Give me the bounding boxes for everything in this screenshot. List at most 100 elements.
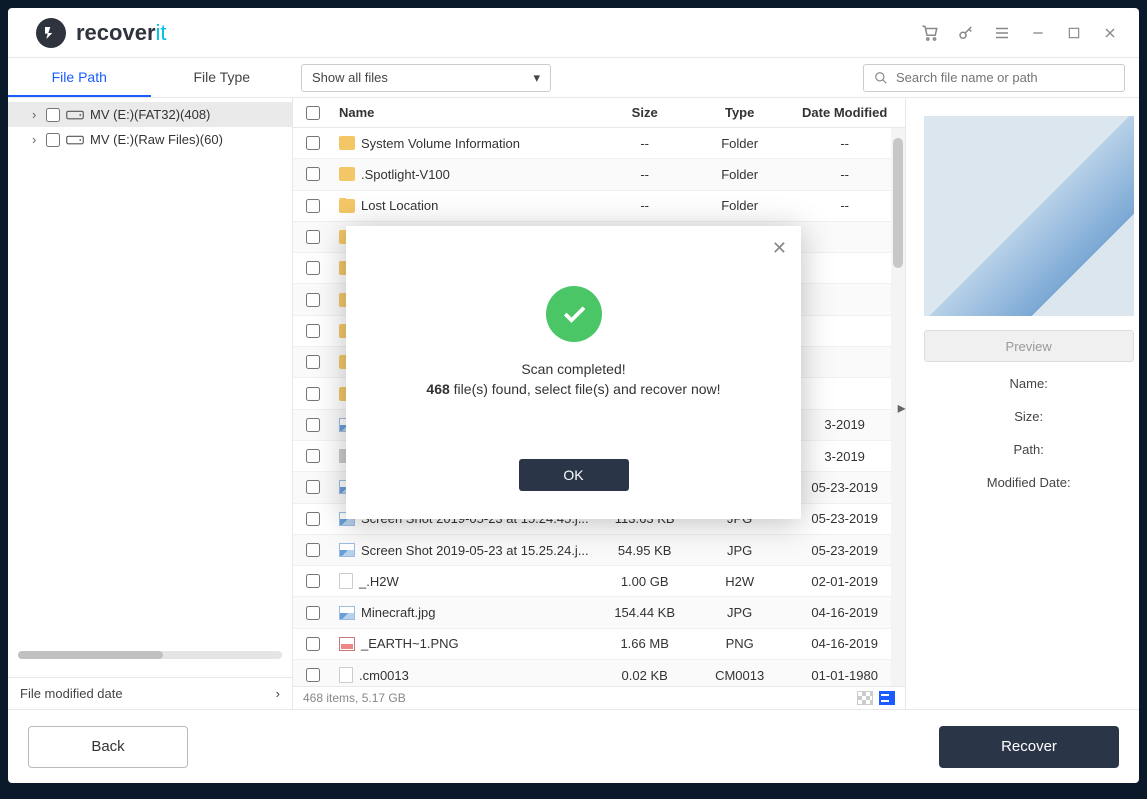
modal-message: Scan completed! 468 file(s) found, selec… — [366, 360, 781, 399]
file-name: _.H2W — [359, 574, 399, 589]
col-name[interactable]: Name — [333, 105, 595, 120]
chevron-right-icon: › — [32, 132, 40, 147]
tab-file-type[interactable]: File Type — [151, 59, 294, 97]
meta-size-label: Size: — [924, 409, 1134, 424]
file-date: 01-01-1980 — [785, 668, 905, 683]
minimize-icon[interactable] — [1029, 24, 1047, 42]
row-checkbox[interactable] — [306, 480, 320, 494]
row-checkbox[interactable] — [306, 449, 320, 463]
file-date: 02-01-2019 — [785, 574, 905, 589]
table-row[interactable]: _.H2W 1.00 GB H2W 02-01-2019 — [293, 566, 905, 597]
key-icon[interactable] — [957, 24, 975, 42]
expand-handle-icon[interactable]: ▸ — [898, 398, 906, 418]
file-type: PNG — [695, 636, 785, 651]
sidebar: › MV (E:)(FAT32)(408)› MV (E:)(Raw Files… — [8, 98, 293, 709]
col-date[interactable]: Date Modified — [785, 105, 905, 120]
table-row[interactable]: _EARTH~1.PNG 1.66 MB PNG 04-16-2019 — [293, 629, 905, 660]
file-date: 3-2019 — [785, 417, 905, 432]
row-checkbox[interactable] — [306, 324, 320, 338]
status-text: 468 items, 5.17 GB — [303, 691, 406, 705]
row-checkbox[interactable] — [306, 512, 320, 526]
check-circle-icon — [546, 286, 602, 342]
row-checkbox[interactable] — [306, 230, 320, 244]
filter-selected-label: Show all files — [312, 70, 388, 85]
folder-icon — [339, 167, 355, 181]
chevron-right-icon: › — [276, 686, 280, 701]
meta-name-label: Name: — [924, 376, 1134, 391]
row-checkbox[interactable] — [306, 418, 320, 432]
row-checkbox[interactable] — [306, 167, 320, 181]
table-row[interactable]: System Volume Information -- Folder -- — [293, 128, 905, 159]
row-checkbox[interactable] — [306, 293, 320, 307]
file-size: -- — [595, 167, 695, 182]
footer: Back Recover — [8, 709, 1139, 783]
row-checkbox[interactable] — [306, 199, 320, 213]
row-checkbox[interactable] — [306, 668, 320, 682]
file-type: Folder — [695, 167, 785, 182]
app-logo: recoverit — [36, 18, 167, 48]
col-type[interactable]: Type — [695, 105, 785, 120]
file-icon — [339, 573, 353, 589]
table-row[interactable]: Minecraft.jpg 154.44 KB JPG 04-16-2019 — [293, 597, 905, 628]
sidebar-footer[interactable]: File modified date › — [8, 677, 292, 709]
file-name: .cm0013 — [359, 668, 409, 683]
file-size: -- — [595, 136, 695, 151]
tree-checkbox[interactable] — [46, 108, 60, 122]
file-name: Screen Shot 2019-05-23 at 15.25.24.j... — [361, 543, 589, 558]
tree-item-label: MV (E:)(Raw Files)(60) — [90, 132, 223, 147]
toolbar: File Path File Type Show all files ▾ — [8, 58, 1139, 98]
modal-close-icon[interactable]: ✕ — [772, 238, 787, 259]
row-checkbox[interactable] — [306, 606, 320, 620]
file-date: 3-2019 — [785, 449, 905, 464]
preview-button[interactable]: Preview — [924, 330, 1134, 362]
tab-file-path[interactable]: File Path — [8, 59, 151, 97]
tree-checkbox[interactable] — [46, 133, 60, 147]
row-checkbox[interactable] — [306, 543, 320, 557]
filter-select[interactable]: Show all files ▾ — [301, 64, 551, 92]
file-type: JPG — [695, 543, 785, 558]
maximize-icon[interactable] — [1065, 24, 1083, 42]
row-checkbox[interactable] — [306, 261, 320, 275]
file-name: Lost Location — [361, 198, 438, 213]
close-icon[interactable] — [1101, 24, 1119, 42]
recover-button[interactable]: Recover — [939, 726, 1119, 768]
preview-thumbnail — [924, 116, 1134, 316]
table-row[interactable]: Lost Location -- Folder -- — [293, 191, 905, 222]
sidebar-scrollbar[interactable] — [18, 651, 282, 659]
table-row[interactable]: Screen Shot 2019-05-23 at 15.25.24.j... … — [293, 535, 905, 566]
search-box[interactable] — [863, 64, 1125, 92]
modal-ok-button[interactable]: OK — [519, 459, 629, 491]
meta-path-label: Path: — [924, 442, 1134, 457]
logo-text-a: recover — [76, 20, 156, 45]
file-type: JPG — [695, 605, 785, 620]
status-bar: 468 items, 5.17 GB — [293, 686, 905, 709]
tree-item[interactable]: › MV (E:)(FAT32)(408) — [8, 102, 292, 127]
file-date: 04-16-2019 — [785, 636, 905, 651]
view-grid-icon[interactable] — [857, 691, 873, 705]
file-date: 05-23-2019 — [785, 480, 905, 495]
col-size[interactable]: Size — [595, 105, 695, 120]
row-checkbox[interactable] — [306, 574, 320, 588]
sidebar-footer-label: File modified date — [20, 686, 123, 701]
back-button[interactable]: Back — [28, 726, 188, 768]
file-date: -- — [785, 198, 905, 213]
row-checkbox[interactable] — [306, 637, 320, 651]
table-row[interactable]: .cm0013 0.02 KB CM0013 01-01-1980 — [293, 660, 905, 686]
tree-item[interactable]: › MV (E:)(Raw Files)(60) — [8, 127, 292, 152]
menu-icon[interactable] — [993, 24, 1011, 42]
table-row[interactable]: .Spotlight-V100 -- Folder -- — [293, 159, 905, 190]
cart-icon[interactable] — [921, 24, 939, 42]
modal-line1: Scan completed! — [366, 360, 781, 380]
search-input[interactable] — [896, 70, 1114, 85]
chevron-right-icon: › — [32, 107, 40, 122]
row-checkbox[interactable] — [306, 355, 320, 369]
chevron-down-icon: ▾ — [533, 70, 540, 86]
view-list-icon[interactable] — [879, 691, 895, 705]
file-date: 05-23-2019 — [785, 511, 905, 526]
row-checkbox[interactable] — [306, 387, 320, 401]
select-all-checkbox[interactable] — [306, 106, 320, 120]
drive-icon — [66, 134, 84, 146]
png-icon — [339, 637, 355, 651]
row-checkbox[interactable] — [306, 136, 320, 150]
titlebar: recoverit — [8, 8, 1139, 58]
